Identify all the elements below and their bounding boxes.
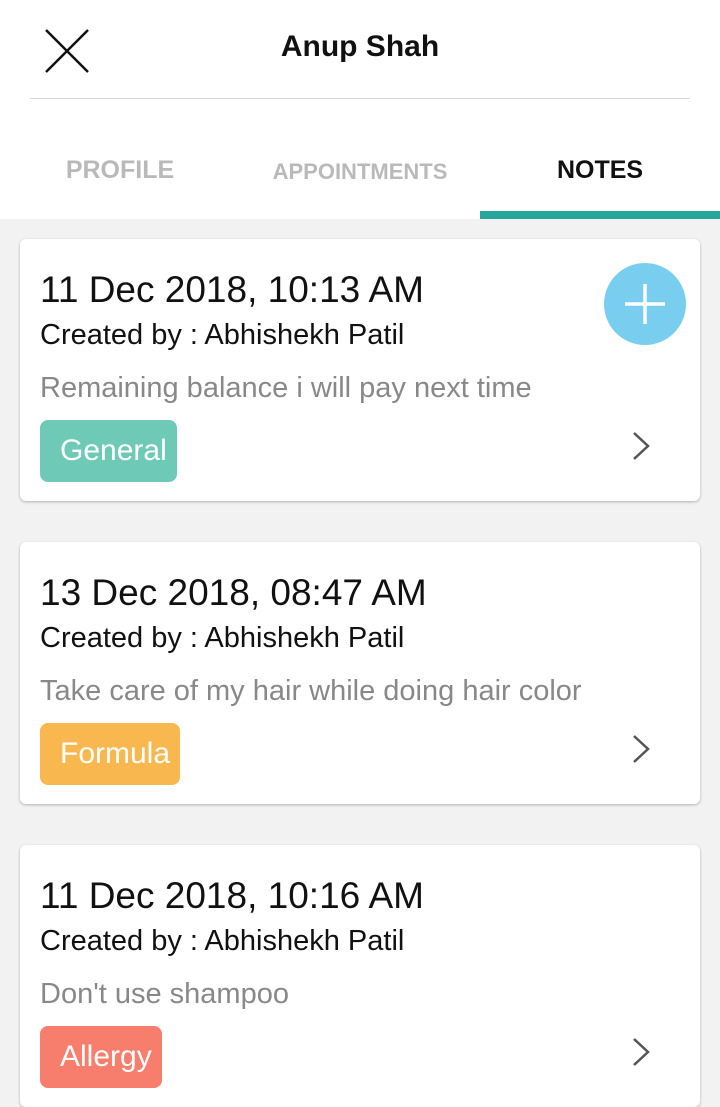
note-creator: Created by : Abhishekh Patil: [40, 622, 405, 654]
tab-profile[interactable]: PROFILE: [0, 156, 240, 196]
header-divider: [30, 98, 690, 99]
page-title: Anup Shah: [280, 30, 440, 63]
note-text: Remaining balance i will pay next time: [40, 372, 532, 404]
note-card[interactable]: 11 Dec 2018, 10:13 AM Created by : Abhis…: [20, 239, 700, 501]
note-creator: Created by : Abhishekh Patil: [40, 319, 405, 351]
tab-notes[interactable]: NOTES: [480, 156, 720, 196]
note-card[interactable]: 13 Dec 2018, 08:47 AM Created by : Abhis…: [20, 542, 700, 804]
note-date: 11 Dec 2018, 10:16 AM: [40, 875, 424, 916]
note-tag-general: General: [40, 420, 177, 482]
note-text: Take care of my hair while doing hair co…: [40, 675, 582, 707]
note-tag-formula: Formula: [40, 723, 181, 785]
note-date: 13 Dec 2018, 08:47 AM: [40, 572, 427, 613]
add-note-button[interactable]: [604, 263, 686, 345]
header: Anup Shah PROFILE APPOINTMENTS NOTES: [0, 0, 720, 219]
chevron-right-icon: [633, 1038, 650, 1066]
tab-appointments[interactable]: APPOINTMENTS: [240, 159, 480, 199]
note-card[interactable]: 11 Dec 2018, 10:16 AM Created by : Abhis…: [20, 845, 700, 1107]
active-tab-indicator: [480, 211, 720, 219]
note-text: Don't use shampoo: [40, 978, 289, 1010]
note-creator: Created by : Abhishekh Patil: [40, 925, 405, 957]
plus-icon: [625, 284, 665, 324]
note-date: 11 Dec 2018, 10:13 AM: [40, 269, 424, 310]
chevron-right-icon: [633, 432, 650, 460]
chevron-right-icon: [633, 735, 650, 763]
note-tag-allergy: Allergy: [40, 1026, 162, 1088]
